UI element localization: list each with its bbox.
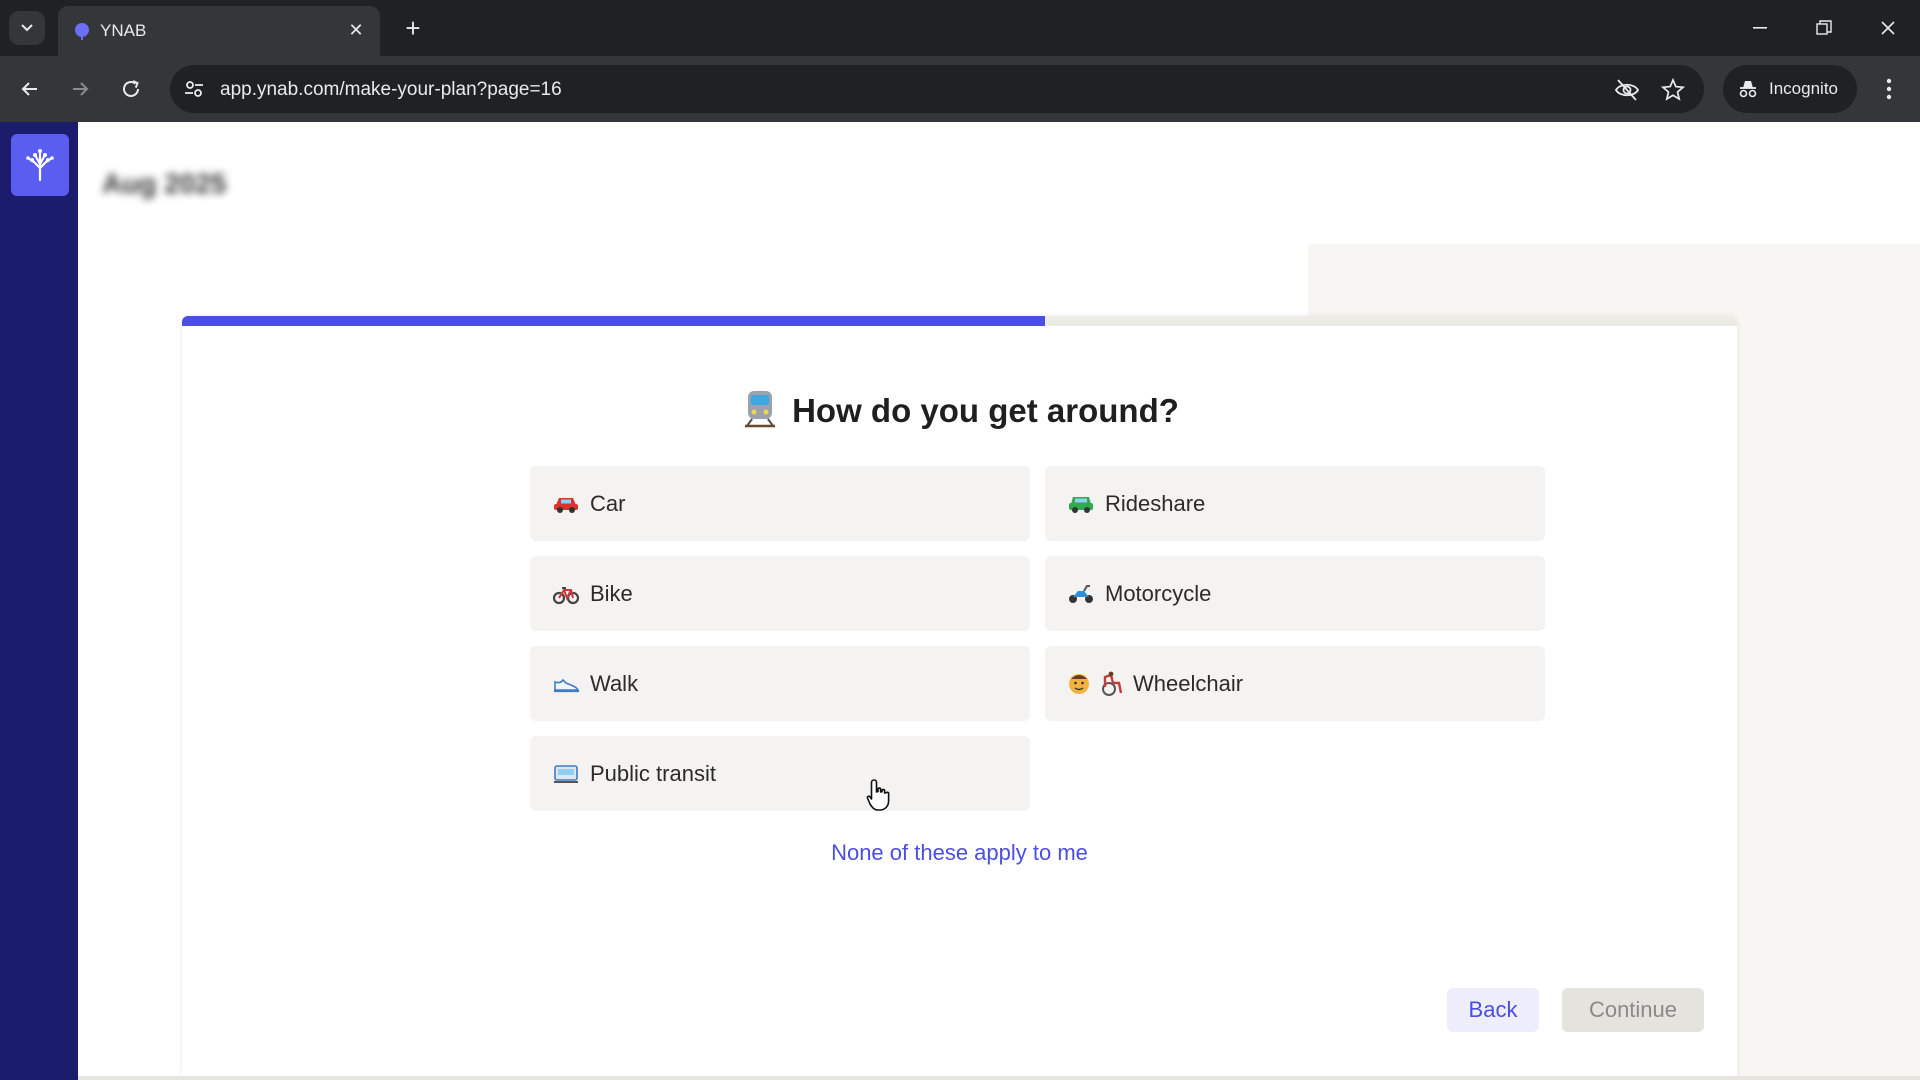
option-motorcycle[interactable]: Motorcycle bbox=[1045, 556, 1545, 631]
bottom-divider bbox=[78, 1076, 1920, 1080]
rideshare-car-emoji-icon bbox=[1067, 493, 1095, 515]
restore-button[interactable] bbox=[1802, 8, 1846, 48]
back-nav-button[interactable] bbox=[10, 69, 50, 109]
ynab-logo-button[interactable] bbox=[11, 134, 69, 196]
option-public-transit[interactable]: Public transit bbox=[530, 736, 1030, 811]
motor-scooter-emoji-icon bbox=[1067, 583, 1095, 605]
bookmark-star-icon[interactable] bbox=[1660, 77, 1686, 103]
continue-button[interactable]: Continue bbox=[1562, 988, 1704, 1032]
forward-nav-button[interactable] bbox=[60, 69, 100, 109]
plan-question-modal: How do you get around? Car Rideshare Bik… bbox=[182, 316, 1737, 1080]
app-sidebar bbox=[0, 122, 78, 1080]
minimize-button[interactable] bbox=[1738, 8, 1782, 48]
option-walk[interactable]: Walk bbox=[530, 646, 1030, 721]
incognito-indicator[interactable]: Incognito bbox=[1723, 65, 1857, 113]
hand-cursor-icon bbox=[866, 779, 890, 811]
wheelchair-emoji-icon bbox=[1067, 671, 1123, 697]
browser-tabstrip: YNAB ✕ + bbox=[0, 0, 1920, 56]
option-car[interactable]: Car bbox=[530, 466, 1030, 541]
browser-menu-button[interactable] bbox=[1874, 69, 1904, 109]
option-label: Motorcycle bbox=[1105, 580, 1212, 606]
back-button[interactable]: Back bbox=[1447, 988, 1539, 1032]
option-label: Car bbox=[590, 490, 626, 516]
progress-bar bbox=[182, 316, 1737, 326]
address-bar[interactable]: app.ynab.com/make-your-plan?page=16 bbox=[170, 65, 1704, 113]
option-rideshare[interactable]: Rideshare bbox=[1045, 466, 1545, 541]
option-label: Public transit bbox=[590, 760, 716, 786]
car-emoji-icon bbox=[552, 493, 580, 515]
incognito-icon bbox=[1739, 81, 1757, 98]
train-emoji-icon bbox=[740, 388, 780, 436]
reload-button[interactable] bbox=[111, 69, 151, 109]
option-bike[interactable]: Bike bbox=[530, 556, 1030, 631]
arrow-left-icon bbox=[21, 82, 37, 96]
shoe-emoji-icon bbox=[552, 673, 580, 695]
progress-bar-fill bbox=[182, 316, 1046, 326]
question-title-text: How do you get around? bbox=[792, 392, 1179, 429]
close-window-button[interactable] bbox=[1866, 8, 1910, 48]
none-apply-link[interactable]: None of these apply to me bbox=[182, 840, 1737, 866]
eye-off-icon[interactable] bbox=[1614, 77, 1640, 103]
browser-toolbar: app.ynab.com/make-your-plan?page=16 Inco… bbox=[0, 56, 1920, 122]
tab-title: YNAB bbox=[100, 21, 147, 40]
more-vert-icon bbox=[1886, 78, 1892, 100]
option-label: Wheelchair bbox=[1133, 670, 1244, 696]
browser-tab-active[interactable]: YNAB ✕ bbox=[58, 6, 380, 56]
option-label: Rideshare bbox=[1105, 490, 1206, 516]
url-text[interactable]: app.ynab.com/make-your-plan?page=16 bbox=[220, 79, 562, 101]
reload-icon bbox=[123, 80, 139, 97]
restore-icon bbox=[1816, 20, 1832, 35]
option-label: Bike bbox=[590, 580, 633, 606]
incognito-label: Incognito bbox=[1769, 79, 1838, 98]
site-settings-icon[interactable] bbox=[182, 77, 206, 101]
close-icon bbox=[1881, 21, 1895, 35]
chevron-down-icon bbox=[21, 24, 33, 32]
ynab-favicon-icon bbox=[75, 23, 89, 40]
none-apply-link-text[interactable]: None of these apply to me bbox=[831, 840, 1088, 865]
tram-emoji-icon bbox=[552, 763, 580, 785]
option-label: Walk bbox=[590, 670, 639, 696]
month-label: Aug 2025 bbox=[102, 168, 227, 199]
new-tab-button[interactable]: + bbox=[398, 13, 428, 43]
app-main: Aug 2025 How do you get around? Car Ride… bbox=[78, 122, 1920, 1080]
arrow-right-icon bbox=[73, 82, 89, 96]
question-title: How do you get around? bbox=[182, 388, 1737, 436]
option-wheelchair[interactable]: Wheelchair bbox=[1045, 646, 1545, 721]
minimize-icon bbox=[1753, 27, 1767, 29]
ynab-tree-logo-icon bbox=[26, 149, 54, 182]
bicycle-emoji-icon bbox=[552, 583, 580, 605]
tab-close-icon[interactable]: ✕ bbox=[344, 18, 368, 42]
tab-search-button[interactable] bbox=[9, 11, 45, 45]
